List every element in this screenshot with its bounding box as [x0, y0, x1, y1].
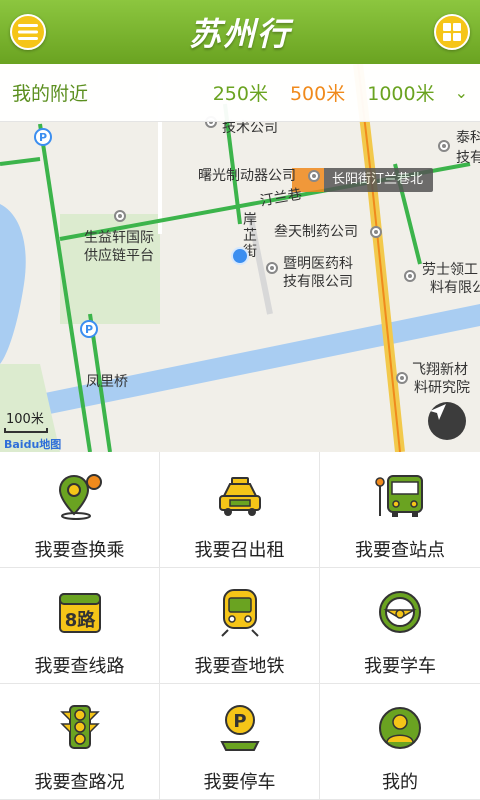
menu-item-label: 我要查站点 — [355, 540, 445, 561]
menu-button[interactable] — [10, 14, 46, 50]
menu-item-station[interactable]: 我要查站点 — [320, 452, 480, 568]
map-label-shuguang: 曙光制动器公司 — [198, 168, 296, 184]
parking-marker[interactable]: P — [34, 128, 52, 146]
route-8-icon: 8路 — [58, 593, 101, 633]
map-label-taike2: 技有 — [456, 150, 480, 166]
svg-text:8路: 8路 — [64, 609, 96, 631]
poi-marker[interactable] — [370, 226, 382, 238]
map-label-jiming: 暨明医药科 — [283, 256, 353, 272]
poi-marker[interactable] — [404, 270, 416, 282]
menu-item-parking[interactable]: P 我要停车 — [160, 684, 320, 800]
map-label-feixiang2: 料研究院 — [414, 380, 470, 396]
menu-item-label: 我要查换乘 — [34, 540, 125, 561]
steering-wheel-icon — [379, 591, 421, 633]
map-label-laoshi: 劳士领工 — [422, 262, 478, 278]
menu-item-taxi[interactable]: 我要召出租 — [160, 452, 320, 568]
distance-500[interactable]: 500米 — [290, 79, 345, 106]
grid-icon — [443, 23, 461, 41]
menu-item-mine[interactable]: 我的 — [320, 684, 480, 800]
nav-chip-label: 长阳街汀兰巷北 — [332, 172, 424, 187]
map-label-santian: 叁天制药公司 — [274, 224, 358, 240]
map-label-laoshi2: 料有限公 — [430, 280, 480, 296]
map-scale: 100米 — [6, 412, 44, 427]
taxi-icon — [218, 477, 261, 516]
map-label-jiming2: 技有限公司 — [283, 274, 353, 290]
poi-marker[interactable] — [308, 170, 320, 182]
menu-item-driving[interactable]: 我要学车 — [320, 568, 480, 684]
menu-item-label: 我要查地铁 — [194, 656, 285, 677]
parking-icon: P — [219, 705, 260, 751]
bus-stop-icon — [375, 475, 423, 517]
locate-button[interactable] — [428, 402, 466, 440]
map-label-shengyi: 生益轩国际 — [84, 230, 154, 246]
current-location-dot — [231, 247, 249, 265]
nearby-bar: 我的附近 250米 500米 1000米 ⌄ — [0, 64, 480, 122]
baidu-logo: Baidu地图 — [4, 438, 62, 451]
map-label-fengli: 凤里桥 — [86, 374, 128, 390]
menu-item-label: 我的 — [382, 772, 418, 793]
transfer-pin-icon — [58, 474, 102, 520]
map-label-taike: 泰科 — [456, 130, 480, 146]
app-header: 苏州行 — [0, 0, 480, 64]
traffic-light-icon — [59, 705, 100, 749]
poi-marker[interactable] — [396, 372, 408, 384]
function-grid: 我要查换乘 我要召出租 我要查站点 8路 我要查线路 我要查地铁 我要学车 我要… — [0, 452, 480, 800]
map-scale-bar — [4, 428, 48, 433]
user-icon — [379, 707, 421, 749]
svg-text:P: P — [233, 711, 246, 732]
menu-item-label: 我要停车 — [203, 772, 276, 793]
metro-icon — [220, 589, 259, 637]
menu-item-label: 我要召出租 — [194, 540, 285, 561]
poi-marker[interactable] — [266, 262, 278, 274]
menu-item-route[interactable]: 8路 我要查线路 — [0, 568, 160, 684]
map-label-feixiang: 飞翔新材 — [412, 362, 468, 378]
distance-250[interactable]: 250米 — [213, 79, 268, 106]
parking-marker[interactable]: P — [80, 320, 98, 338]
distance-options: 250米 500米 1000米 ⌄ — [191, 79, 468, 106]
poi-marker[interactable] — [438, 140, 450, 152]
chevron-down-icon[interactable]: ⌄ — [455, 83, 468, 102]
navigation-arrow-icon — [430, 404, 446, 420]
menu-icon — [18, 24, 38, 40]
map-label-shengyi2: 供应链平台 — [84, 248, 154, 264]
menu-item-label: 我要查路况 — [34, 772, 125, 793]
menu-item-label: 我要查线路 — [34, 656, 125, 677]
menu-item-transfer[interactable]: 我要查换乘 — [0, 452, 160, 568]
grid-button[interactable] — [434, 14, 470, 50]
poi-marker[interactable] — [114, 210, 126, 222]
map-view[interactable]: 长阳街汀兰巷北 技术公司 泰科 技有 曙光制动器公司 汀兰巷 岸芷街 叁天制药公… — [0, 64, 480, 452]
menu-item-metro[interactable]: 我要查地铁 — [160, 568, 320, 684]
menu-item-label: 我要学车 — [364, 656, 436, 677]
page-title: 苏州行 — [188, 15, 291, 53]
distance-1000[interactable]: 1000米 — [367, 79, 434, 106]
nearby-label: 我的附近 — [12, 83, 89, 105]
menu-item-traffic[interactable]: 我要查路况 — [0, 684, 160, 800]
